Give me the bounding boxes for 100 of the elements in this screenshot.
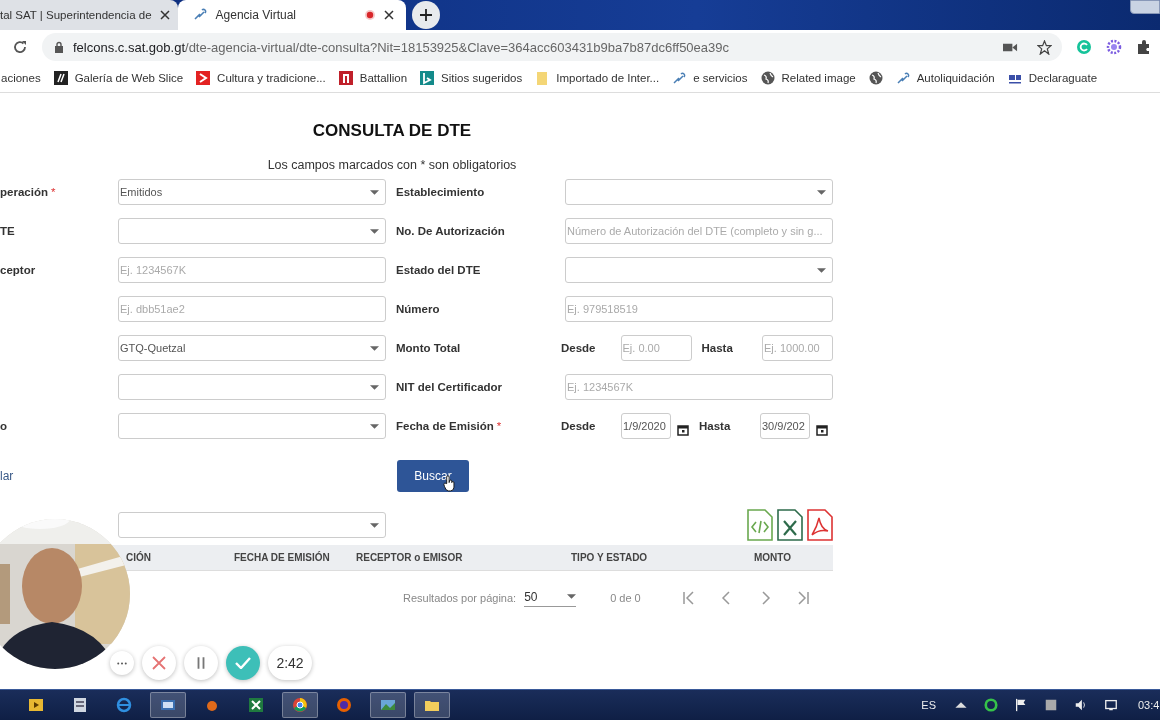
window-icon <box>160 697 176 713</box>
caret-icon <box>370 228 379 234</box>
range-label: Desde <box>561 342 597 354</box>
caret-icon <box>370 522 379 528</box>
link-icon <box>672 71 687 85</box>
column-header[interactable]: TIPO Y ESTADO <box>571 552 648 563</box>
browser-tab[interactable]: Agencia Virtual <box>177 0 406 30</box>
lock-icon <box>54 41 64 53</box>
flag-icon[interactable] <box>1014 698 1028 712</box>
field-label: Número <box>396 303 440 315</box>
caret-icon <box>370 384 379 390</box>
more-icon <box>117 661 127 665</box>
input-field[interactable]: Ej. 1234567K <box>565 374 833 400</box>
pause-button[interactable] <box>184 646 218 680</box>
calendar-icon[interactable] <box>677 424 689 436</box>
input-field[interactable]: Ej. 979518519 <box>565 296 833 322</box>
per-page-label: Resultados por página: <box>403 592 517 604</box>
taskbar-button[interactable] <box>282 692 318 718</box>
pdf-file-icon[interactable] <box>807 509 833 541</box>
column-header[interactable]: FECHA DE EMISIÓN <box>234 552 330 563</box>
page-count: 0 de 0 <box>610 592 642 604</box>
input-field[interactable]: Ej. 1234567K <box>118 257 386 283</box>
calendar-icon[interactable] <box>816 424 828 436</box>
input-field[interactable]: Ej. 0.00 <box>620 335 692 361</box>
bookmark[interactable]: Importado de Inter... <box>535 71 660 85</box>
browser-tab[interactable]: tal SAT | Superintendencia de <box>0 0 178 30</box>
media-icon <box>28 697 44 713</box>
dropdown[interactable]: GTQ-Quetzal <box>118 335 386 361</box>
field-label: No. De Autorización <box>396 225 505 237</box>
arrow-icon <box>196 71 211 85</box>
field-label: Fecha de Emisión <box>396 420 494 432</box>
clear-link[interactable]: lar <box>0 469 397 483</box>
star-icon[interactable] <box>1037 39 1052 55</box>
date-field[interactable]: 1/9/2020 <box>621 413 671 439</box>
taskbar-button[interactable] <box>150 692 186 718</box>
globe-icon <box>868 71 883 85</box>
range-label: Hasta <box>701 342 734 354</box>
puzzle-icon[interactable] <box>1136 39 1152 55</box>
bookmark[interactable]: Declaraguate <box>1007 71 1098 85</box>
field-label: peración <box>0 186 48 198</box>
globe-icon <box>336 697 352 713</box>
b-logo-icon <box>420 71 435 85</box>
required-mark: * <box>496 420 502 432</box>
code-file-icon[interactable] <box>747 509 773 541</box>
reload-icon[interactable] <box>12 39 28 55</box>
speaker-icon[interactable] <box>1074 698 1088 712</box>
cancel-button[interactable] <box>142 646 176 680</box>
spreadsheet-file-icon[interactable] <box>777 509 803 541</box>
bookmark[interactable]: Autoliquidación <box>895 71 995 85</box>
date-field[interactable]: 30/9/202 <box>760 413 810 439</box>
pause-icon <box>196 656 206 670</box>
search-button[interactable]: Buscar <box>397 460 469 492</box>
close-icon[interactable] <box>159 10 170 20</box>
per-page-select[interactable]: 50 <box>524 589 577 607</box>
bookmark[interactable]: aciones <box>1 72 41 84</box>
taskbar-button[interactable] <box>414 692 450 718</box>
address-bar[interactable]: felcons.c.sat.gob.gt/dte-agencia-virtual/dte-consulta?Nit=18153925&Clave=364acc603431b9ba7b87dc6ff50ea39c <box>42 33 1062 61</box>
close-icon[interactable] <box>383 10 394 20</box>
bookmark[interactable]: Battallion <box>338 71 408 85</box>
url-text: felcons.c.sat.gob.gt/dte-agencia-virtual/dte-consulta?Nit=18153925&Clave=364acc603431b9ba7b87dc6ff50ea39c <box>73 39 731 55</box>
caret-icon <box>370 189 379 195</box>
caret-icon <box>370 423 379 429</box>
required-mark: * <box>50 186 56 198</box>
dropdown[interactable]: Emitidos <box>118 179 386 205</box>
field-label: TE <box>0 225 15 237</box>
recording-timer: 2:42 <box>268 646 312 680</box>
last-page-icon[interactable] <box>796 591 811 605</box>
gear-icon[interactable] <box>1106 39 1122 55</box>
battery-icon[interactable] <box>1044 698 1058 712</box>
tab-title: tal SAT | Superintendencia de <box>0 9 152 21</box>
clock[interactable]: 03:4 <box>1138 699 1160 711</box>
network-icon[interactable] <box>1104 698 1118 712</box>
language-indicator[interactable]: ES <box>921 699 936 711</box>
globe-icon <box>760 71 775 85</box>
bookmark[interactable]: Related image <box>760 71 856 85</box>
caret-icon <box>817 189 826 195</box>
browser-icon <box>116 697 132 713</box>
slice-icon <box>53 71 68 85</box>
bookmark[interactable]: Sitios sugeridos <box>420 71 523 85</box>
column-header[interactable]: RECEPTOR o EMISOR <box>356 552 463 563</box>
bookmark[interactable]: e servicios <box>672 71 748 85</box>
bookmark[interactable]: Cultura y tradicione... <box>196 71 326 85</box>
close-icon <box>152 656 166 670</box>
first-page-icon[interactable] <box>682 591 697 605</box>
field-label: o <box>0 420 8 432</box>
bookmark[interactable]: Galería de Web Slice <box>53 71 184 85</box>
field-label: Estado del DTE <box>396 264 481 276</box>
field-label: Establecimiento <box>396 186 485 198</box>
input-field[interactable]: Ej. 1000.00 <box>762 335 833 361</box>
column-header[interactable]: MONTO <box>754 552 792 563</box>
caret-icon <box>567 594 577 599</box>
plus-icon <box>419 9 432 21</box>
column-header[interactable]: CIÓN <box>126 552 151 563</box>
bookmark[interactable] <box>868 71 883 85</box>
page-icon <box>338 71 353 85</box>
new-tab-button[interactable] <box>411 1 440 29</box>
input-field[interactable]: Número de Autorización del DTE (completo y sin g... <box>565 218 833 244</box>
input-field[interactable]: Ej. dbb51ae2 <box>118 296 386 322</box>
required-note: Los campos marcados con * son obligatorios <box>266 158 518 172</box>
sync-icon[interactable] <box>984 698 998 712</box>
